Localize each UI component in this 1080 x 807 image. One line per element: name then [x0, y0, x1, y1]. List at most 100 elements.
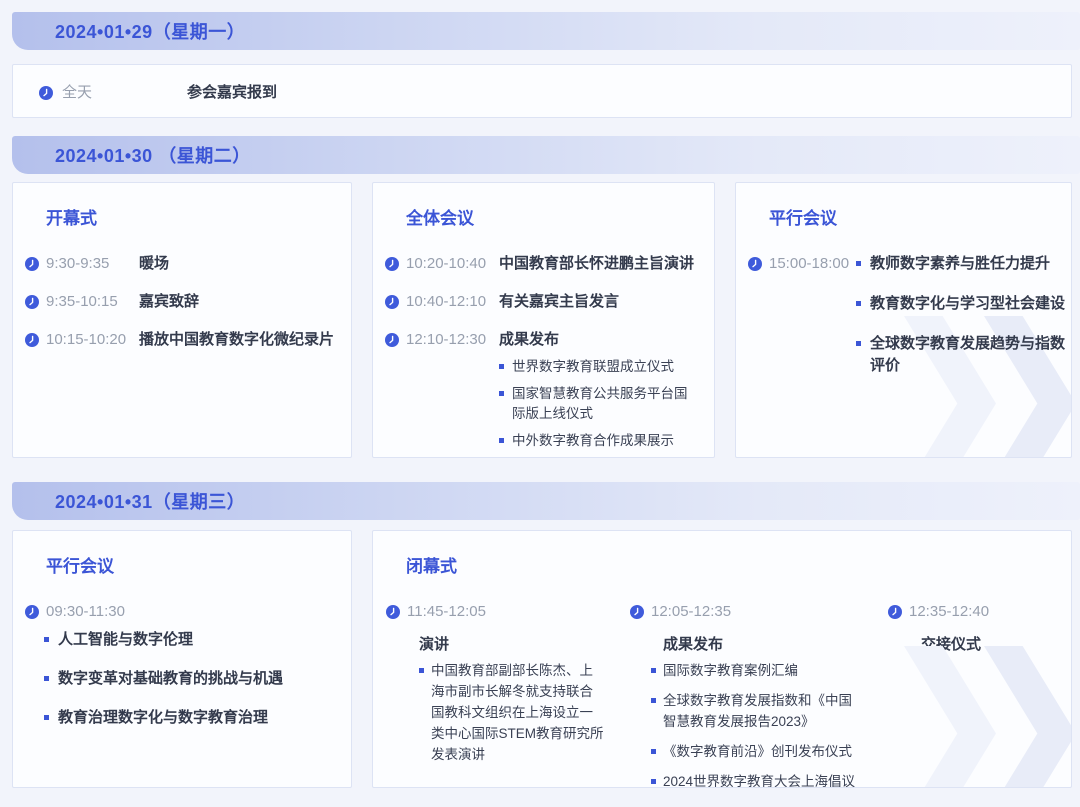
- clock-icon: [25, 257, 39, 271]
- parallel-sessions-card-day2: 平行会议 15:00-18:00 教师数字素养与胜任力提升 教育数字化与学习型社…: [735, 182, 1072, 458]
- clock-icon: [25, 333, 39, 347]
- event-time: 9:35-10:15: [46, 291, 139, 313]
- square-bullet-icon: [651, 779, 656, 784]
- clock-icon: [888, 605, 902, 619]
- clock-icon: [385, 295, 399, 309]
- detail-text: 《数字教育前沿》创刊发布仪式: [663, 744, 852, 759]
- event-time: 12:35-12:40: [909, 601, 1002, 623]
- allday-event-card: 全天 参会嘉宾报到: [12, 64, 1072, 118]
- segment-detail-list: 中国教育部副部长陈杰、上海市副市长解冬就支持联合国教科文组织在上海设立一类中心国…: [386, 660, 617, 765]
- list-item: 教师数字素养与胜任力提升: [856, 253, 1071, 275]
- session-topic-list: 人工智能与数字伦理 数字变革对基础教育的挑战与机遇 教育治理数字化与数字教育治理: [13, 629, 351, 729]
- event-title: 嘉宾致辞: [139, 291, 199, 313]
- list-item: 国际数字教育案例汇编: [651, 660, 863, 681]
- square-bullet-icon: [499, 364, 504, 369]
- clock-icon: [39, 86, 53, 100]
- event-time: 12:10-12:30: [406, 329, 499, 351]
- clock-icon: [25, 295, 39, 309]
- square-bullet-icon: [44, 637, 49, 642]
- date-header-label: 2024•01•31（星期三）: [55, 488, 245, 514]
- segment-label: 交接仪式: [921, 633, 1071, 654]
- date-header-day2: 2024•01•30 （星期二）: [12, 136, 1080, 174]
- card-title: 平行会议: [46, 552, 351, 577]
- plenary-session-card: 全体会议 10:20-10:40 中国教育部长怀进鹏主旨演讲 10:40-12:…: [372, 182, 715, 458]
- clock-icon: [385, 257, 399, 271]
- agenda-item: 12:35-12:40: [888, 601, 1071, 623]
- list-item: 全球数字教育发展趋势与指数评价: [856, 333, 1071, 377]
- topic-text: 数字变革对基础教育的挑战与机遇: [58, 670, 283, 687]
- clock-icon: [386, 605, 400, 619]
- event-time: 10:15-10:20: [46, 329, 139, 351]
- date-header-day1: 2024•01•29（星期一）: [12, 12, 1080, 50]
- card-title: 闭幕式: [406, 552, 1071, 577]
- segment-label: 演讲: [419, 633, 617, 654]
- list-item: 教育治理数字化与数字教育治理: [44, 707, 341, 729]
- list-item: 教育数字化与学习型社会建设: [856, 293, 1071, 315]
- event-title: 有关嘉宾主旨发言: [499, 291, 619, 313]
- list-item: 2024世界数字教育大会上海倡议: [651, 771, 863, 788]
- closing-ceremony-card: 闭幕式 11:45-12:05 演讲 中国教育部副部长陈杰、上海市副市长解冬就支…: [372, 530, 1072, 788]
- detail-text: 中国教育部副部长陈杰、上海市副市长解冬就支持联合国教科文组织在上海设立一类中心国…: [431, 663, 604, 762]
- list-item: 中外数字教育合作成果展示: [499, 431, 700, 451]
- event-time: 11:45-12:05: [407, 601, 500, 623]
- day3-cards-row: 平行会议 09:30-11:30 人工智能与数字伦理 数字变革对基础教育的挑战与…: [12, 530, 1072, 788]
- agenda-item: 11:45-12:05: [386, 601, 617, 623]
- date-header-label: 2024•01•30 （星期二）: [55, 142, 251, 168]
- topic-text: 全球数字教育发展趋势与指数评价: [870, 335, 1065, 374]
- event-title: 播放中国教育数字化微纪录片: [139, 329, 334, 351]
- square-bullet-icon: [856, 301, 861, 306]
- card-title: 开幕式: [46, 204, 351, 229]
- release-sub-list: 世界数字教育联盟成立仪式 国家智慧教育公共服务平台国际版上线仪式 中外数字教育合…: [373, 357, 714, 451]
- sub-item-text: 中外数字教育合作成果展示: [512, 433, 674, 448]
- agenda-item: 10:15-10:20 播放中国教育数字化微纪录片: [13, 329, 351, 351]
- clock-icon: [748, 257, 762, 271]
- session-topic-list: 教师数字素养与胜任力提升 教育数字化与学习型社会建设 全球数字教育发展趋势与指数…: [856, 253, 1071, 395]
- square-bullet-icon: [856, 261, 861, 266]
- card-title: 平行会议: [769, 204, 1071, 229]
- detail-text: 国际数字教育案例汇编: [663, 663, 798, 678]
- day2-cards-row: 开幕式 9:30-9:35 暖场 9:35-10:15 嘉宾致辞 10:15-1…: [12, 182, 1072, 458]
- agenda-item: 9:30-9:35 暖场: [13, 253, 351, 275]
- closing-column-handover: 12:35-12:40 交接仪式: [875, 601, 1071, 660]
- detail-text: 2024世界数字教育大会上海倡议: [663, 774, 855, 788]
- closing-column-speech: 11:45-12:05 演讲 中国教育部副部长陈杰、上海市副市长解冬就支持联合国…: [373, 601, 617, 774]
- detail-text: 全球数字教育发展指数和《中国智慧教育发展报告2023》: [663, 693, 852, 729]
- clock-icon: [385, 333, 399, 347]
- square-bullet-icon: [44, 676, 49, 681]
- clock-icon: [25, 605, 39, 619]
- topic-text: 教育数字化与学习型社会建设: [870, 295, 1065, 312]
- square-bullet-icon: [651, 668, 656, 673]
- event-time: 全天: [62, 81, 155, 102]
- opening-ceremony-card: 开幕式 9:30-9:35 暖场 9:35-10:15 嘉宾致辞 10:15-1…: [12, 182, 352, 458]
- event-time: 10:20-10:40: [406, 253, 499, 275]
- topic-text: 教师数字素养与胜任力提升: [870, 255, 1050, 272]
- parallel-sessions-card-day3: 平行会议 09:30-11:30 人工智能与数字伦理 数字变革对基础教育的挑战与…: [12, 530, 352, 788]
- agenda-item: 9:35-10:15 嘉宾致辞: [13, 291, 351, 313]
- date-header-day3: 2024•01•31（星期三）: [12, 482, 1080, 520]
- segment-label: 成果发布: [663, 633, 875, 654]
- event-time: 12:05-12:35: [651, 601, 744, 623]
- agenda-item: 10:40-12:10 有关嘉宾主旨发言: [373, 291, 714, 313]
- list-item: 中国教育部副部长陈杰、上海市副市长解冬就支持联合国教科文组织在上海设立一类中心国…: [419, 660, 605, 765]
- square-bullet-icon: [44, 715, 49, 720]
- sub-item-text: 世界数字教育联盟成立仪式: [512, 359, 674, 374]
- agenda-item: 15:00-18:00 教师数字素养与胜任力提升 教育数字化与学习型社会建设 全…: [736, 253, 1071, 395]
- event-time: 10:40-12:10: [406, 291, 499, 313]
- agenda-item: 12:10-12:30 成果发布: [373, 329, 714, 351]
- event-time: 15:00-18:00: [769, 253, 856, 275]
- event-title: 参会嘉宾报到: [187, 81, 277, 102]
- event-title: 暖场: [139, 253, 169, 275]
- square-bullet-icon: [651, 749, 656, 754]
- agenda-item: 09:30-11:30: [13, 601, 351, 623]
- card-title: 全体会议: [406, 204, 714, 229]
- agenda-item: 10:20-10:40 中国教育部长怀进鹏主旨演讲: [373, 253, 714, 275]
- sub-item-text: 国家智慧教育公共服务平台国际版上线仪式: [512, 386, 688, 421]
- event-time: 09:30-11:30: [46, 601, 139, 623]
- list-item: 全球数字教育发展指数和《中国智慧教育发展报告2023》: [651, 690, 863, 732]
- event-title: 成果发布: [499, 329, 559, 351]
- square-bullet-icon: [651, 698, 656, 703]
- closing-columns: 11:45-12:05 演讲 中国教育部副部长陈杰、上海市副市长解冬就支持联合国…: [373, 601, 1071, 788]
- list-item: 数字变革对基础教育的挑战与机遇: [44, 668, 341, 690]
- square-bullet-icon: [419, 668, 424, 673]
- clock-icon: [630, 605, 644, 619]
